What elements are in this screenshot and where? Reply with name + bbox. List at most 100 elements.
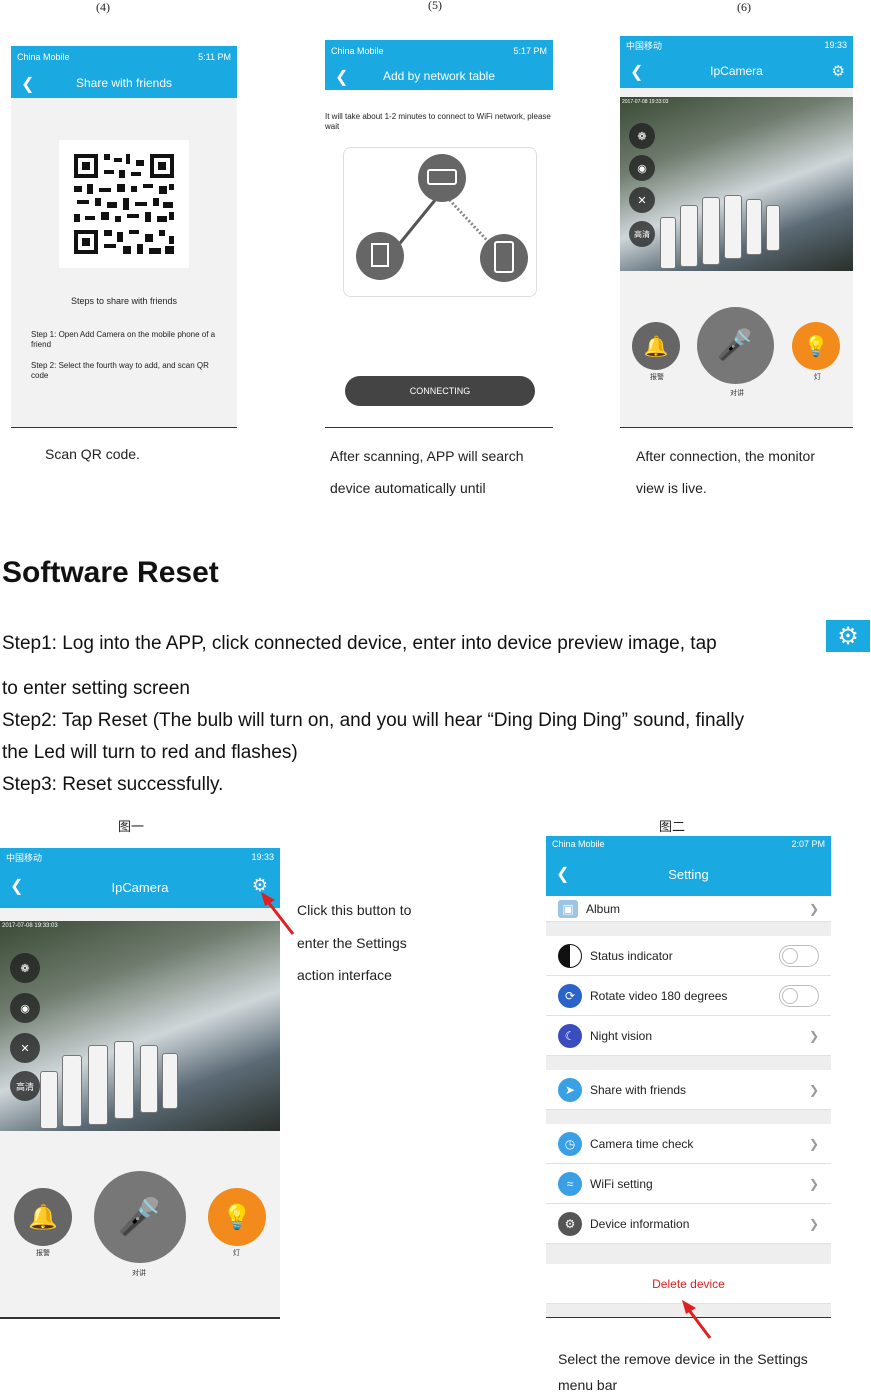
- gears-icon: ⚙: [558, 1211, 582, 1236]
- back-icon[interactable]: ❮: [556, 864, 569, 884]
- phone-share-with-friends: China Mobile 5:11 PM ❮ Share with friend…: [11, 46, 237, 428]
- chevron-right-icon: ❯: [808, 1176, 819, 1191]
- setting-row-wifi[interactable]: ≈ WiFi setting ❯: [546, 1164, 831, 1204]
- chevron-right-icon: ❯: [808, 1136, 819, 1151]
- setting-row-status-indicator[interactable]: Status indicator: [546, 936, 831, 976]
- mute-icon[interactable]: ✕: [629, 187, 655, 213]
- phone-setting: China Mobile 2:07 PM ❮ Setting ▣ Album ❯…: [546, 836, 831, 1318]
- back-icon[interactable]: ❮: [10, 876, 23, 896]
- camera-icon[interactable]: ◉: [10, 993, 40, 1023]
- setting-row-night-vision[interactable]: ☾ Night vision ❯: [546, 1016, 831, 1056]
- back-icon[interactable]: ❮: [21, 74, 34, 94]
- share-icon: ➤: [558, 1077, 582, 1102]
- setting-label-share: Share with friends: [590, 1082, 687, 1097]
- status-bar: China Mobile 5:11 PM: [11, 46, 237, 68]
- setting-row-share[interactable]: ➤ Share with friends ❯: [546, 1070, 831, 1110]
- rotate-toggle[interactable]: [779, 984, 819, 1007]
- steps-title: Steps to share with friends: [70, 296, 178, 306]
- half-circle-icon: [558, 943, 582, 968]
- reel-icon[interactable]: ❁: [10, 953, 40, 983]
- album-icon: ▣: [558, 899, 578, 918]
- light-button[interactable]: 💡: [792, 322, 840, 370]
- hd-button[interactable]: 高清: [629, 221, 655, 247]
- mute-icon[interactable]: ✕: [10, 1033, 40, 1063]
- phone-add-by-network: China Mobile 5:17 PM ❮ Add by network ta…: [325, 40, 553, 428]
- caption-remove-device-1: Select the remove device in the Settings: [558, 1351, 808, 1367]
- title-bar: ❮ Share with friends: [11, 68, 237, 98]
- status-carrier: 中国移动: [626, 40, 663, 51]
- status-indicator-toggle[interactable]: [779, 944, 819, 967]
- bell-icon: 🔔: [28, 1203, 58, 1231]
- figure-label-2: 图二: [659, 819, 686, 834]
- qr-code-icon: [74, 154, 174, 254]
- alarm-label: 报警: [36, 1250, 50, 1257]
- annotation-line-1: Click this button to: [297, 902, 412, 918]
- page-title: Setting: [668, 866, 709, 882]
- status-time: 19:33: [251, 852, 274, 862]
- alarm-button[interactable]: 🔔: [632, 322, 680, 370]
- camera-icon[interactable]: ◉: [629, 155, 655, 181]
- reel-icon[interactable]: ❁: [629, 123, 655, 149]
- status-time: 5:17 PM: [513, 46, 547, 56]
- status-time: 19:33: [824, 40, 847, 50]
- back-icon[interactable]: ❮: [335, 67, 348, 87]
- setting-row-album[interactable]: ▣ Album ❯: [546, 896, 831, 922]
- status-time: 2:07 PM: [791, 839, 825, 849]
- caption-after-scanning-1: After scanning, APP will search: [330, 448, 524, 464]
- setting-label-album: Album: [586, 901, 621, 916]
- divider: [0, 1317, 280, 1319]
- setting-label-device-info: Device information: [590, 1216, 690, 1231]
- title-bar: ❮ Setting: [546, 852, 831, 896]
- gear-icon[interactable]: ⚙: [832, 62, 845, 80]
- talk-label: 对讲: [132, 1270, 146, 1277]
- title-bar: ❮ Add by network table: [325, 62, 553, 90]
- title-bar: ❮ IpCamera ⚙: [0, 866, 280, 908]
- talk-label: 对讲: [730, 390, 744, 397]
- setting-label-time-check: Camera time check: [590, 1136, 694, 1151]
- setting-label-night-vision: Night vision: [590, 1028, 653, 1043]
- title-bar: ❮ IpCamera ⚙: [620, 54, 853, 88]
- light-label: 灯: [814, 374, 821, 381]
- page-title: IpCamera: [710, 64, 763, 78]
- annotation-arrow-icon: [682, 1300, 712, 1339]
- caption-after-scanning-2: device automatically until: [330, 480, 486, 496]
- section-gap: [546, 1244, 831, 1264]
- camera-timestamp: 2017-07-08 19:33:03: [622, 99, 669, 105]
- caption-scan-qr: Scan QR code.: [45, 446, 140, 462]
- alarm-button[interactable]: 🔔: [14, 1188, 72, 1246]
- bulb-icon: 💡: [803, 335, 829, 358]
- setting-row-device-info[interactable]: ⚙ Device information ❯: [546, 1204, 831, 1244]
- qr-code-card: [59, 140, 189, 268]
- moon-icon: ☾: [558, 1023, 582, 1048]
- caption-after-connection-1: After connection, the monitor: [636, 448, 815, 464]
- status-bar: 中国移动 19:33: [620, 36, 853, 54]
- step-1-line-2: to enter setting screen: [2, 678, 190, 699]
- talk-button[interactable]: 🎤: [697, 307, 774, 384]
- light-button[interactable]: 💡: [208, 1188, 266, 1246]
- hd-button[interactable]: 高清: [10, 1071, 40, 1101]
- setting-label-rotate: Rotate video 180 degrees: [590, 988, 728, 1003]
- figure-label-1: 图一: [118, 819, 145, 834]
- figure-label-6: (6): [737, 0, 751, 14]
- step-2-line-1: Step2: Tap Reset (The bulb will turn on,…: [2, 710, 745, 731]
- setting-row-rotate[interactable]: ⟳ Rotate video 180 degrees: [546, 976, 831, 1016]
- microphone-icon: 🎤: [716, 329, 755, 362]
- setting-row-time-check[interactable]: ◷ Camera time check ❯: [546, 1124, 831, 1164]
- step-2-text: Step 2: Select the fourth way to add, an…: [31, 361, 209, 380]
- clock-icon: ◷: [558, 1131, 582, 1156]
- rotate-icon: ⟳: [558, 983, 582, 1008]
- divider: [620, 427, 853, 428]
- bulb-icon: 💡: [222, 1203, 252, 1231]
- camera-timestamp: 2017-07-08 19:33:03: [2, 923, 58, 929]
- step-3: Step3: Reset successfully.: [2, 774, 224, 795]
- setting-label-wifi: WiFi setting: [590, 1176, 653, 1191]
- network-diagram-icon: [356, 154, 528, 282]
- setting-label-status-indicator: Status indicator: [590, 948, 673, 963]
- page-title: Share with friends: [75, 76, 173, 90]
- connecting-button[interactable]: CONNECTING: [345, 376, 535, 406]
- phone-ipcamera-settings-entry: 中国移动 19:33 ❮ IpCamera ⚙ 2017-07-08 19:33…: [0, 848, 280, 1318]
- back-icon[interactable]: ❮: [630, 62, 643, 82]
- annotation-line-2: enter the Settings: [297, 935, 407, 951]
- talk-button[interactable]: 🎤: [94, 1171, 186, 1263]
- status-time: 5:11 PM: [198, 52, 231, 62]
